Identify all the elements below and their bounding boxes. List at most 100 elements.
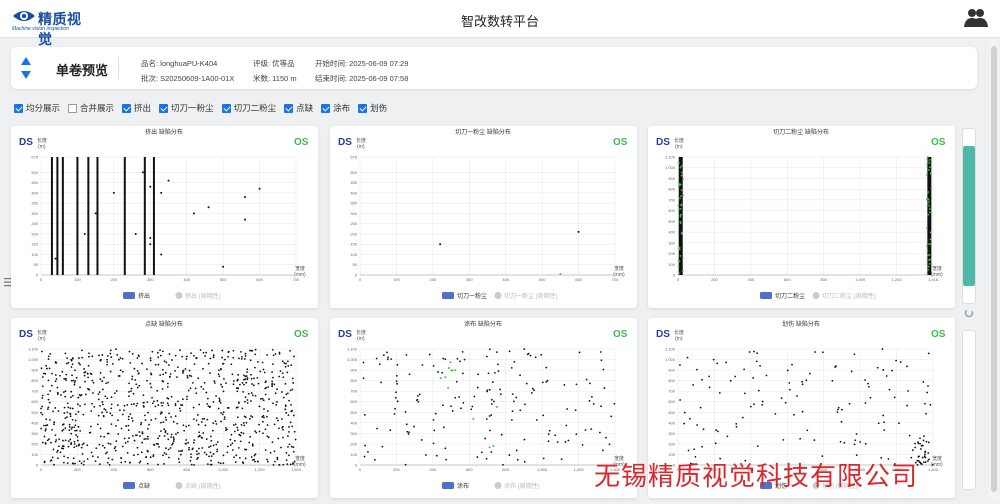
legend-swatch[interactable] — [760, 292, 772, 299]
legend-label-inactive[interactable]: 挤出 (周期性) — [185, 292, 221, 300]
checkbox-icon[interactable] — [284, 103, 294, 113]
defect-point — [49, 389, 52, 392]
legend-swatch[interactable] — [442, 482, 454, 489]
y-tick-label: 200 — [350, 441, 357, 446]
defect-point — [288, 454, 290, 457]
filter-checkbox-6[interactable]: 涂布 — [321, 102, 350, 114]
defect-point — [145, 456, 147, 459]
defect-point — [173, 438, 175, 440]
defect-point — [193, 354, 195, 357]
filter-checkbox-4[interactable]: 切刀二粉尘 — [221, 102, 276, 114]
y-tick-label: 500 — [31, 170, 38, 175]
legend-swatch-inactive[interactable] — [494, 292, 502, 299]
periodic-point — [926, 272, 929, 275]
defect-point — [146, 368, 148, 371]
zoom-thumb[interactable] — [963, 146, 975, 286]
checkbox-icon[interactable] — [221, 103, 231, 113]
checkbox-icon[interactable] — [321, 103, 331, 113]
legend-swatch[interactable] — [760, 482, 772, 489]
legend-label-inactive[interactable]: 切刀二粉尘 (周期性) — [822, 292, 876, 300]
legend-swatch[interactable] — [123, 482, 135, 489]
defect-point — [41, 405, 44, 408]
defect-point — [176, 366, 179, 369]
defect-point — [278, 375, 281, 378]
chart-title: 点缺 缺陷分布 — [145, 320, 183, 328]
users-icon[interactable] — [964, 7, 988, 29]
defect-point — [248, 417, 251, 420]
defect-point — [256, 360, 259, 363]
x-tick-label: 1,200 — [892, 467, 903, 472]
legend-swatch[interactable] — [442, 292, 454, 299]
defect-point — [47, 379, 50, 382]
checkbox-icon[interactable] — [122, 103, 132, 113]
checkbox-icon[interactable] — [14, 103, 23, 113]
defect-point — [293, 430, 296, 433]
legend-label[interactable]: 划伤 — [775, 482, 787, 490]
legend-swatch-inactive[interactable] — [812, 482, 820, 489]
defect-point — [484, 437, 487, 440]
defect-point — [215, 423, 218, 425]
defect-point — [202, 351, 205, 354]
defect-point — [109, 412, 112, 415]
defect-point — [170, 416, 172, 418]
defect-point — [516, 458, 519, 461]
legend-label[interactable]: 点缺 — [138, 482, 150, 490]
defect-point — [843, 441, 846, 444]
defect-point — [396, 400, 399, 403]
defect-point — [563, 384, 566, 386]
filter-checkbox-3[interactable]: 切刀一粉尘 — [159, 102, 214, 114]
defect-point — [188, 446, 191, 449]
x-tick-label: 0 — [40, 467, 43, 472]
legend-label[interactable]: 切刀一粉尘 — [457, 292, 487, 300]
legend-label-inactive[interactable]: 点缺 (周期性) — [185, 482, 221, 490]
defect-point — [54, 361, 57, 363]
legend-label-inactive[interactable]: 划伤 (周期性) — [822, 482, 858, 490]
legend-label-inactive[interactable]: 涂布 (周期性) — [504, 482, 540, 490]
y-tick-label: 600 — [31, 399, 38, 404]
y-tick-label: 0 — [355, 273, 358, 278]
legend-label-inactive[interactable]: 切刀一粉尘 (周期性) — [504, 292, 558, 300]
filter-checkbox-2[interactable]: 挤出 — [122, 102, 151, 114]
defect-point — [165, 453, 168, 456]
defect-point — [238, 357, 240, 360]
defect-point — [62, 391, 65, 393]
chart-title: 划伤 缺陷分布 — [782, 320, 820, 328]
checkbox-icon[interactable] — [68, 103, 78, 113]
defect-point — [159, 430, 162, 433]
defect-point — [49, 352, 52, 355]
divider — [118, 57, 119, 79]
page-scrollbar-thumb[interactable] — [991, 46, 997, 492]
filter-checkbox-0[interactable]: 均分展示 — [14, 102, 60, 114]
defect-point — [44, 442, 47, 444]
defect-point — [565, 424, 568, 427]
legend-swatch-inactive[interactable] — [175, 292, 183, 299]
defect-point — [221, 413, 224, 416]
checkbox-icon[interactable] — [358, 103, 368, 113]
legend-label[interactable]: 涂布 — [457, 482, 469, 490]
y-tick-label: 100 — [668, 262, 675, 267]
checkbox-icon[interactable] — [159, 103, 169, 113]
legend-label[interactable]: 挤出 — [138, 292, 150, 300]
legend-swatch-inactive[interactable] — [175, 482, 183, 489]
legend-swatch[interactable] — [123, 292, 135, 299]
defect-point — [221, 356, 223, 359]
filter-checkbox-5[interactable]: 点缺 — [284, 102, 313, 114]
periodic-point — [927, 213, 930, 216]
defect-point — [793, 413, 795, 416]
defect-point — [425, 454, 427, 456]
sort-arrows-icon[interactable] — [21, 57, 31, 79]
x-axis-label: 宽度 — [295, 455, 305, 462]
zoom-track-2[interactable] — [962, 330, 976, 490]
defect-point — [679, 399, 682, 401]
filter-checkbox-1[interactable]: 合并展示 — [68, 102, 114, 114]
y-axis-label: 长度 — [37, 329, 47, 336]
defect-point — [363, 413, 366, 416]
filter-checkbox-7[interactable]: 划伤 — [358, 102, 387, 114]
defect-point — [749, 405, 752, 408]
defect-point — [148, 423, 150, 426]
defect-point — [101, 354, 104, 356]
legend-swatch-inactive[interactable] — [812, 292, 820, 299]
legend-swatch-inactive[interactable] — [494, 482, 502, 489]
legend-label[interactable]: 切刀二粉尘 — [775, 292, 805, 300]
periodic-point — [928, 211, 931, 214]
